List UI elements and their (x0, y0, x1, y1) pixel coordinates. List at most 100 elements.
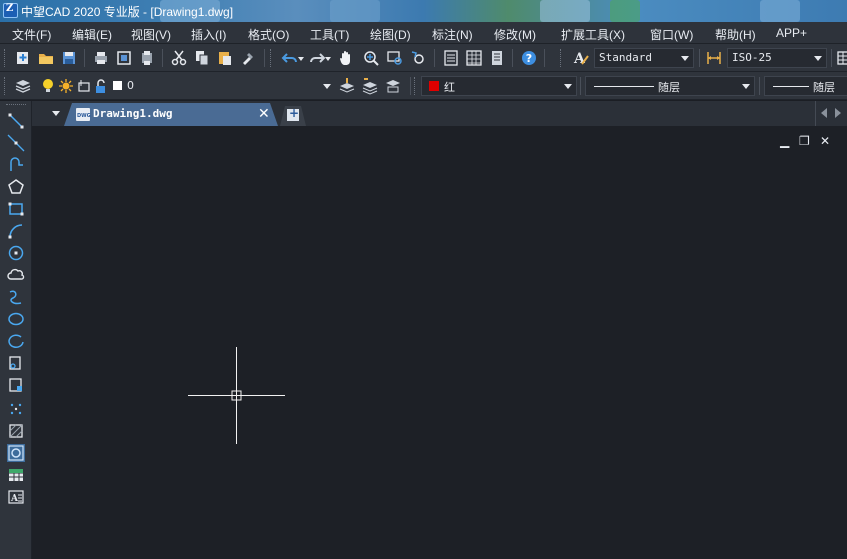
print-icon[interactable] (92, 49, 110, 67)
menu-window[interactable]: 窗口(W) (650, 26, 693, 43)
make-block-icon[interactable] (7, 376, 25, 394)
help-icon[interactable]: ? (520, 49, 538, 67)
toolbar-separator (544, 49, 545, 67)
menu-format[interactable]: 格式(O) (248, 26, 289, 43)
menu-insert[interactable]: 插入(I) (191, 26, 226, 43)
toolbar-grip[interactable] (560, 49, 563, 67)
table-icon[interactable] (7, 466, 25, 484)
publish-icon[interactable] (138, 49, 156, 67)
scroll-right-icon[interactable] (835, 108, 841, 118)
linetype-select[interactable]: 随层 (585, 76, 755, 96)
minimize-drawing-icon[interactable]: ▁ (780, 134, 789, 148)
layer-manager-icon[interactable] (14, 77, 32, 95)
insert-block-icon[interactable] (7, 354, 25, 372)
toolbar-separator (162, 49, 163, 67)
zoom-previous-icon[interactable] (410, 49, 428, 67)
ellipse-icon[interactable] (7, 310, 25, 328)
ellipse-arc-icon[interactable] (7, 332, 25, 350)
dim-style-select[interactable]: ISO-25 (727, 48, 827, 68)
region-icon[interactable] (7, 444, 25, 462)
open-folder-icon[interactable] (37, 49, 55, 67)
tool-palette-icon[interactable] (488, 49, 506, 67)
background-decoration (540, 0, 590, 22)
text-style-value: Standard (599, 51, 652, 64)
lineweight-select[interactable]: 随层 (764, 76, 847, 96)
viewport-freeze-icon[interactable] (76, 78, 92, 94)
circle-icon[interactable] (7, 244, 25, 262)
new-file-icon[interactable] (14, 49, 32, 67)
arc-icon[interactable] (7, 222, 25, 240)
chevron-down-icon (564, 84, 572, 89)
close-drawing-icon[interactable]: ✕ (820, 134, 830, 148)
paste-icon[interactable] (216, 49, 234, 67)
spline-icon[interactable] (7, 288, 25, 306)
revision-cloud-icon[interactable] (7, 266, 25, 284)
current-layer-name: 0 (127, 79, 134, 92)
layer-color-swatch (113, 81, 122, 90)
chevron-down-icon (814, 56, 822, 61)
color-select[interactable]: 红 (421, 76, 577, 96)
new-tab-button[interactable] (280, 106, 306, 126)
zoom-window-icon[interactable] (386, 49, 404, 67)
menu-dimension[interactable]: 标注(N) (432, 26, 473, 43)
design-center-icon[interactable] (465, 49, 483, 67)
layer-on-bulb-icon[interactable] (40, 78, 56, 94)
toolbar-grip[interactable] (270, 49, 273, 67)
svg-text:A: A (10, 494, 19, 504)
undo-dropdown-icon[interactable] (296, 49, 306, 67)
layer-thaw-sun-icon[interactable] (58, 78, 74, 94)
menu-help[interactable]: 帮助(H) (715, 26, 756, 43)
line-icon[interactable] (7, 112, 25, 130)
pan-hand-icon[interactable] (337, 49, 355, 67)
point-icon[interactable] (7, 400, 25, 418)
layer-unlock-icon[interactable] (93, 78, 109, 94)
toolbar-separator (434, 49, 435, 67)
cut-icon[interactable] (170, 49, 188, 67)
crosshair-cursor (188, 347, 285, 444)
tab-drawing1[interactable]: DWG Drawing1.dwg ✕ (64, 103, 278, 126)
lineweight-preview (773, 86, 809, 87)
text-style-icon[interactable]: A (572, 49, 590, 67)
layer-previous-icon[interactable] (361, 77, 379, 95)
save-icon[interactable] (60, 49, 78, 67)
redo-dropdown-icon[interactable] (323, 49, 333, 67)
polygon-icon[interactable] (7, 178, 25, 196)
toolbar-grip[interactable] (4, 77, 7, 95)
text-style-select[interactable]: Standard (594, 48, 694, 68)
copy-icon[interactable] (193, 49, 211, 67)
menu-app-plus[interactable]: APP+ (776, 26, 807, 40)
drawing-canvas[interactable]: ▁ ❐ ✕ (32, 126, 847, 559)
menu-tools[interactable]: 工具(T) (310, 26, 349, 43)
polyline-icon[interactable] (7, 156, 25, 174)
chevron-down-icon (681, 56, 689, 61)
toolbar-grip[interactable] (6, 104, 26, 107)
hatch-icon[interactable] (7, 422, 25, 440)
zoom-realtime-icon[interactable] (362, 49, 380, 67)
menu-file[interactable]: 文件(F) (12, 26, 51, 43)
toolbar-grip[interactable] (4, 49, 7, 67)
menu-draw[interactable]: 绘图(D) (370, 26, 411, 43)
restore-drawing-icon[interactable]: ❐ (799, 134, 810, 148)
menu-view[interactable]: 视图(V) (131, 26, 171, 43)
toolbar-grip[interactable] (414, 77, 417, 95)
menu-extension-tools[interactable]: 扩展工具(X) (561, 26, 625, 43)
rectangle-icon[interactable] (7, 200, 25, 218)
multiline-text-icon[interactable]: A (7, 488, 25, 506)
properties-icon[interactable] (442, 49, 460, 67)
layer-select[interactable]: 0 (36, 76, 336, 96)
linetype-preview (594, 86, 654, 87)
tab-list-dropdown-icon[interactable] (52, 111, 60, 116)
layer-isolate-icon[interactable] (384, 77, 402, 95)
make-object-layer-current-icon[interactable] (338, 77, 356, 95)
plot-preview-icon[interactable] (115, 49, 133, 67)
menu-edit[interactable]: 编辑(E) (72, 26, 112, 43)
construction-line-icon[interactable] (7, 134, 25, 152)
table-style-icon[interactable] (836, 49, 847, 67)
standard-toolbar: ? A Standard ISO-25 (0, 44, 847, 72)
dim-style-icon[interactable] (705, 49, 723, 67)
match-properties-icon[interactable] (239, 49, 257, 67)
app-logo-icon[interactable]: Z (3, 3, 18, 18)
scroll-left-icon[interactable] (821, 108, 827, 118)
close-tab-icon[interactable]: ✕ (258, 106, 270, 122)
menu-modify[interactable]: 修改(M) (494, 26, 536, 43)
